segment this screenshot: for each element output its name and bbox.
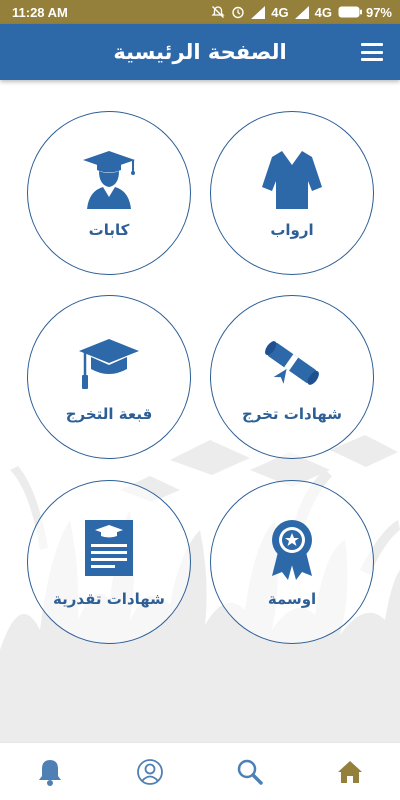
tile-label: شهادات تقدرية	[53, 590, 165, 608]
signal-icon	[251, 5, 266, 19]
battery-percent: 97%	[365, 4, 392, 20]
search-button[interactable]	[226, 748, 274, 796]
app-bar: الصفحة الرئيسية	[0, 24, 400, 80]
status-bar: 11:28 AM 4G 4G 97%	[0, 0, 400, 24]
tile-label: قبعة التخرج	[65, 405, 153, 423]
tile-medals[interactable]: اوسمة	[210, 480, 374, 644]
tile-label: شهادات تخرج	[241, 405, 342, 423]
home-button[interactable]	[326, 748, 374, 796]
tile-label: ارواب	[270, 221, 314, 239]
tile-appreciation-certificates[interactable]: شهادات تقدرية	[27, 480, 191, 644]
mute-icon	[211, 6, 225, 18]
hamburger-menu-icon-line	[361, 50, 383, 54]
status-time: 11:28 AM	[12, 4, 68, 20]
notifications-button[interactable]	[26, 748, 74, 796]
tile-graduation-hat[interactable]: قبعة التخرج	[27, 295, 191, 459]
profile-button[interactable]	[126, 748, 174, 796]
network-type-1: 4G	[271, 4, 289, 20]
user-profile-icon	[137, 758, 163, 785]
search-icon	[237, 759, 263, 785]
bottom-navigation	[0, 742, 400, 800]
tile-caps[interactable]: كابات	[27, 111, 191, 275]
bell-icon	[39, 759, 61, 786]
home-icon	[338, 760, 362, 783]
graduate-cap-person-icon	[83, 151, 135, 209]
tile-graduation-certificates[interactable]: شهادات تخرج	[210, 295, 374, 459]
tile-label: اوسمة	[267, 590, 317, 608]
category-grid: كابات ارواب قبعة التخرج شهادات تخرج شهاد…	[0, 80, 400, 740]
hamburger-menu-icon	[361, 43, 383, 46]
hamburger-menu-icon-line	[361, 58, 383, 61]
alarm-icon	[232, 6, 244, 19]
certificate-icon	[85, 520, 133, 576]
tile-gowns[interactable]: ارواب	[210, 111, 374, 275]
diploma-scroll-icon	[265, 341, 319, 385]
status-icons: 4G 4G 97%	[211, 5, 392, 20]
battery-indicator: 97%	[338, 5, 392, 20]
award-ribbon-icon	[272, 520, 312, 580]
battery-icon	[338, 6, 362, 18]
page-title: الصفحة الرئيسية	[113, 40, 287, 64]
graduation-gown-icon	[262, 151, 322, 209]
tile-label: كابات	[88, 221, 130, 239]
network-type-2: 4G	[314, 4, 332, 20]
signal-icon	[294, 5, 309, 19]
mortarboard-icon	[79, 339, 139, 389]
menu-button[interactable]	[358, 40, 386, 64]
